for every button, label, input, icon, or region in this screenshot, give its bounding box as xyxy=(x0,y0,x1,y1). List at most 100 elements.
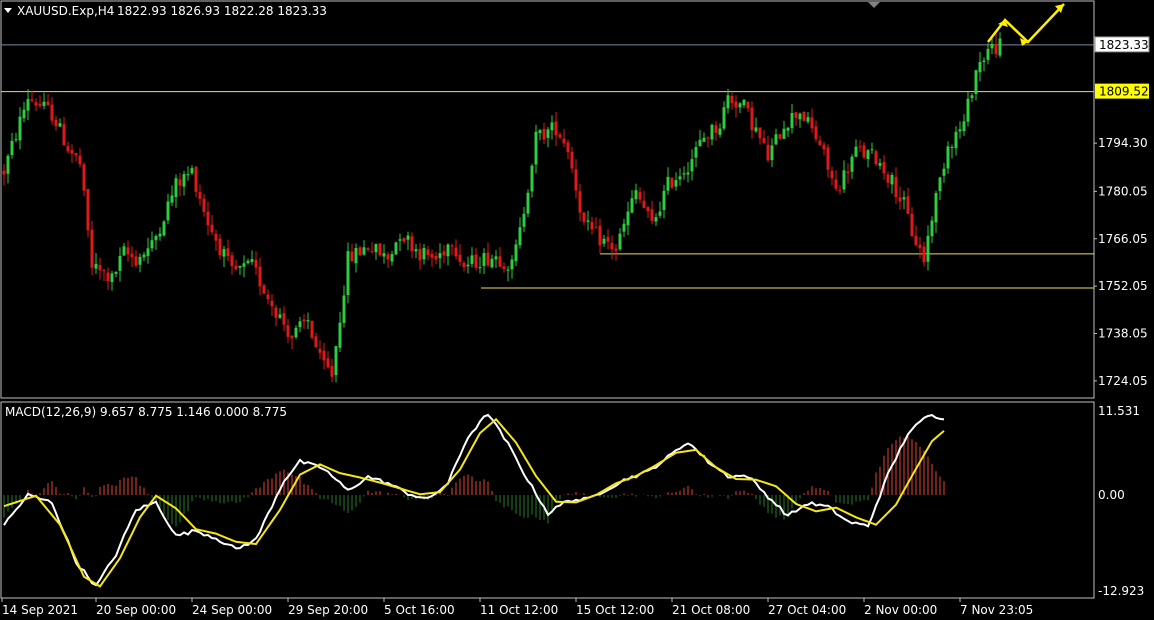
candle-bear xyxy=(486,252,490,266)
candle-bear xyxy=(498,256,502,267)
candle-bull xyxy=(690,159,694,172)
candle-bear xyxy=(894,176,898,197)
candle-bull xyxy=(870,149,874,151)
candle-bull xyxy=(414,249,418,252)
candle-bull xyxy=(902,197,906,200)
candle-bull xyxy=(654,217,658,222)
candle-bear xyxy=(914,235,918,245)
candle-bear xyxy=(886,174,890,183)
price-tick-label: 1738.05 xyxy=(1098,327,1148,341)
candle-bear xyxy=(502,266,506,269)
candle-bear xyxy=(862,145,866,158)
candle-bull xyxy=(466,264,470,267)
candle-bear xyxy=(62,124,66,146)
candle-bull xyxy=(938,177,942,192)
candle-bull xyxy=(294,327,298,338)
candle-bull xyxy=(666,176,670,191)
candle-bull xyxy=(866,150,870,160)
candle-bull xyxy=(942,168,946,176)
candle-bull xyxy=(682,173,686,175)
candle-bear xyxy=(314,336,318,348)
candle-bear xyxy=(206,211,210,226)
candle-bear xyxy=(254,259,258,268)
candle-bear xyxy=(370,251,374,253)
candle-bull xyxy=(678,176,682,180)
candle-bear xyxy=(590,221,594,230)
time-tick-label: 20 Sep 00:00 xyxy=(96,603,176,617)
candle-bear xyxy=(90,229,94,268)
candle-bull xyxy=(478,267,482,269)
candle-bull xyxy=(634,190,638,200)
candle-bull xyxy=(190,168,194,174)
candle-bull xyxy=(118,255,122,271)
candle-bull xyxy=(390,254,394,262)
candle-bull xyxy=(122,246,126,256)
candle-bull xyxy=(658,211,662,216)
candle-bull xyxy=(342,295,346,323)
candle-bear xyxy=(714,125,718,133)
candle-bull xyxy=(338,322,342,348)
candle-bull xyxy=(962,121,966,132)
candle-bear xyxy=(66,146,70,152)
candle-bear xyxy=(910,213,914,237)
price-tick-label: 1724.05 xyxy=(1098,374,1148,388)
candle-bull xyxy=(298,321,302,328)
candle-bull xyxy=(530,165,534,192)
candle-bull xyxy=(362,247,366,255)
candle-bull xyxy=(786,127,790,131)
candle-bear xyxy=(194,167,198,192)
candle-bear xyxy=(130,253,134,258)
candle-bull xyxy=(842,170,846,190)
candle-bear xyxy=(450,245,454,247)
candle-bear xyxy=(814,126,818,140)
candle-bull xyxy=(14,139,18,141)
candle-bear xyxy=(30,99,34,101)
candle-bear xyxy=(202,198,206,212)
candle-bear xyxy=(542,128,546,140)
candle-bear xyxy=(458,254,462,262)
candle-bear xyxy=(290,335,294,339)
candle-bear xyxy=(98,265,102,271)
candle-bull xyxy=(166,201,170,221)
candle-bull xyxy=(506,269,510,271)
candle-bear xyxy=(350,251,354,262)
candle-bull xyxy=(986,48,990,60)
candle-bull xyxy=(490,258,494,268)
candle-bear xyxy=(74,153,78,156)
candle-bull xyxy=(726,95,730,109)
candle-bull xyxy=(958,129,962,132)
candle-bear xyxy=(642,200,646,208)
candle-bull xyxy=(930,220,934,237)
candle-bull xyxy=(446,244,450,257)
candle-bear xyxy=(566,142,570,153)
candle-bear xyxy=(834,179,838,189)
candle-bear xyxy=(70,150,74,154)
candle-bear xyxy=(266,294,270,300)
candle-bull xyxy=(182,174,186,187)
candle-bull xyxy=(978,61,982,73)
candle-bear xyxy=(366,248,370,250)
candle-bull xyxy=(238,265,242,268)
candle-bear xyxy=(994,44,998,55)
candle-bear xyxy=(326,358,330,368)
candle-bear xyxy=(86,188,90,231)
candle-bull xyxy=(998,38,1002,56)
candle-bear xyxy=(794,112,798,118)
candle-bull xyxy=(702,137,706,142)
candle-bull xyxy=(854,146,858,157)
candle-bull xyxy=(966,98,970,122)
time-tick-label: 15 Oct 12:00 xyxy=(576,603,654,617)
candle-bear xyxy=(430,253,434,258)
candle-bull xyxy=(602,238,606,244)
candle-bear xyxy=(34,102,38,106)
candle-bull xyxy=(586,220,590,222)
candle-bull xyxy=(546,129,550,138)
candle-bear xyxy=(442,251,446,256)
time-tick-label: 2 Nov 00:00 xyxy=(864,603,937,617)
time-tick-label: 24 Sep 00:00 xyxy=(192,603,272,617)
chart-background xyxy=(0,0,1154,620)
candle-bear xyxy=(830,170,834,179)
candle-bear xyxy=(210,224,214,233)
ohlc-values: 1822.93 1826.93 1822.28 1823.33 xyxy=(117,4,327,18)
macd-tick-label: 11.531 xyxy=(1098,404,1140,418)
